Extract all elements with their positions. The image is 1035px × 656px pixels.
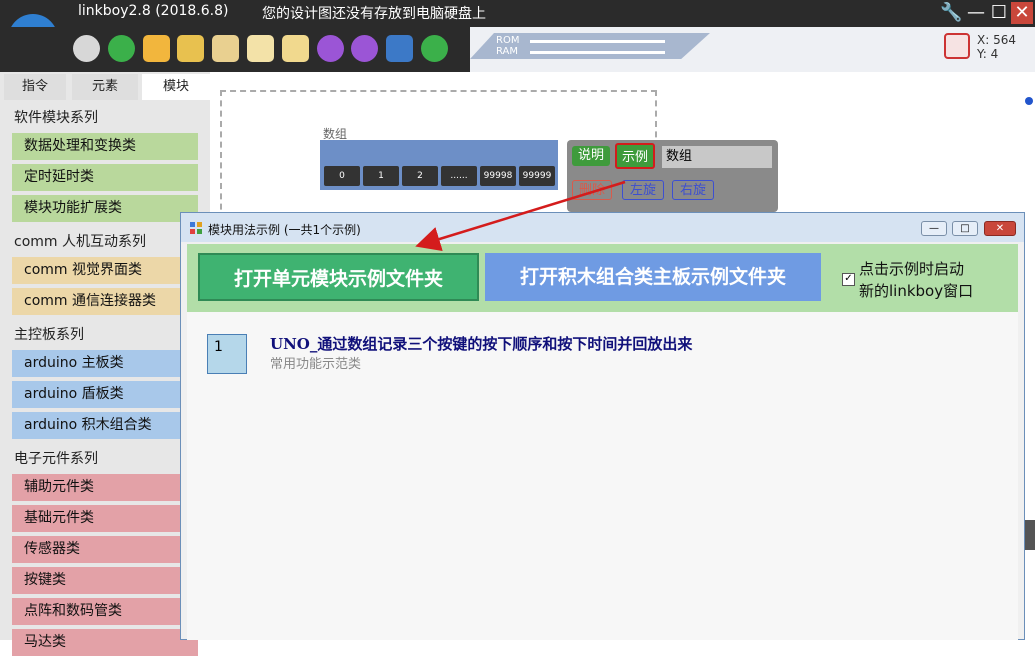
delete-button[interactable]: 删除 (572, 180, 612, 200)
example-category: 常用功能示范类 (270, 357, 362, 372)
info-icon[interactable] (421, 35, 448, 62)
array-cell: 1 (363, 166, 399, 186)
sidebar-item-buttons[interactable]: 按键类 (12, 567, 198, 594)
sidebar-item-arduino-board[interactable]: arduino 主板类 (12, 350, 198, 377)
category-software-modules: 软件模块系列 (14, 110, 98, 126)
launch-label-line1: 点击示例时启动 (859, 260, 965, 278)
category-mainboard: 主控板系列 (14, 327, 84, 343)
sidebar-item-auxiliary[interactable]: 辅助元件类 (12, 474, 198, 501)
array-cell: 99999 (519, 166, 555, 186)
launch-label-line2: 新的linkboy窗口 (859, 282, 974, 300)
tab-elements[interactable]: 元素 (72, 74, 138, 100)
undo-arrow-icon[interactable] (317, 35, 344, 62)
sidebar-item-motors[interactable]: 马达类 (12, 629, 198, 656)
ram-usage-bar (530, 51, 665, 54)
tab-instructions[interactable]: 指令 (4, 74, 66, 100)
rom-usage-bar (530, 40, 665, 43)
rom-label: ROM (496, 35, 520, 46)
ram-label: RAM (496, 46, 519, 57)
x-coordinate: X: 564 (977, 33, 1016, 47)
explain-button[interactable]: 说明 (572, 146, 610, 166)
open-unit-examples-button[interactable]: 打开单元模块示例文件夹 (198, 253, 479, 301)
print-icon[interactable] (212, 35, 239, 62)
app-title: linkboy2.8 (2018.6.8) (78, 3, 229, 19)
close-button[interactable]: ✕ (1011, 2, 1033, 24)
sidebar-item-arduino-blocks[interactable]: arduino 积木组合类 (12, 412, 198, 439)
python-icon[interactable] (143, 35, 170, 62)
array-cell: ...... (441, 166, 477, 186)
array-cell: 0 (324, 166, 360, 186)
sidebar-item-sensors[interactable]: 传感器类 (12, 536, 198, 563)
category-comm: comm 人机互动系列 (14, 234, 146, 250)
rotate-left-button[interactable]: 左旋 (622, 180, 664, 200)
run-icon[interactable] (108, 35, 135, 62)
sidebar-item-timer[interactable]: 定时延时类 (12, 164, 198, 191)
dialog-minimize-button[interactable]: — (921, 221, 947, 236)
scrollbar-thumb[interactable] (1025, 520, 1035, 550)
y-coordinate: Y: 4 (977, 47, 999, 61)
tab-modules[interactable]: 模块 (142, 74, 210, 100)
launch-new-window-checkbox[interactable]: ✓ (842, 273, 855, 286)
maximize-button[interactable]: ☐ (988, 2, 1010, 24)
sidebar-item-matrix-digit[interactable]: 点阵和数码管类 (12, 598, 198, 625)
example-title-link[interactable]: UNO_通过数组记录三个按键的按下顺序和按下时间并回放出来 (270, 333, 692, 354)
example-index[interactable]: 1 (207, 334, 247, 374)
oscilloscope-icon[interactable] (386, 35, 413, 62)
settings-wrench-icon[interactable]: 🔧 (940, 2, 962, 24)
redo-arrow-icon[interactable] (351, 35, 378, 62)
save-status-message: 您的设计图还没有存放到电脑硬盘上 (262, 6, 486, 22)
category-electronic: 电子元件系列 (14, 451, 98, 467)
open-board-examples-button[interactable]: 打开积木组合类主板示例文件夹 (485, 253, 821, 301)
coordinate-icon (944, 33, 970, 59)
sidebar-item-module-extension[interactable]: 模块功能扩展类 (12, 195, 198, 222)
scroll-indicator (1025, 97, 1033, 105)
dialog-window-icon (190, 222, 202, 234)
browser-icon[interactable] (73, 35, 100, 62)
launch-new-window-label: 点击示例时启动 新的linkboy窗口 (859, 258, 999, 302)
dialog-title: 模块用法示例 (一共1个示例) (208, 223, 361, 237)
dialog-maximize-button[interactable]: □ (952, 221, 978, 236)
dialog-close-button[interactable]: ✕ (984, 221, 1016, 236)
sidebar-item-basic-components[interactable]: 基础元件类 (12, 505, 198, 532)
sidebar-item-data-processing[interactable]: 数据处理和变换类 (12, 133, 198, 160)
example-button[interactable]: 示例 (615, 143, 655, 169)
module-name-field[interactable]: 数组 (662, 146, 772, 168)
sidebar-item-comm-ui[interactable]: comm 视觉界面类 (12, 257, 198, 284)
array-cell: 99998 (480, 166, 516, 186)
array-cell: 2 (402, 166, 438, 186)
sidebar-item-arduino-shield[interactable]: arduino 盾板类 (12, 381, 198, 408)
new-file-icon[interactable] (247, 35, 274, 62)
rotate-right-button[interactable]: 右旋 (672, 180, 714, 200)
minimize-button[interactable]: — (965, 2, 987, 24)
copy-file-icon[interactable] (282, 35, 309, 62)
save-icon[interactable] (177, 35, 204, 62)
sidebar-item-comm-connector[interactable]: comm 通信连接器类 (12, 288, 198, 315)
